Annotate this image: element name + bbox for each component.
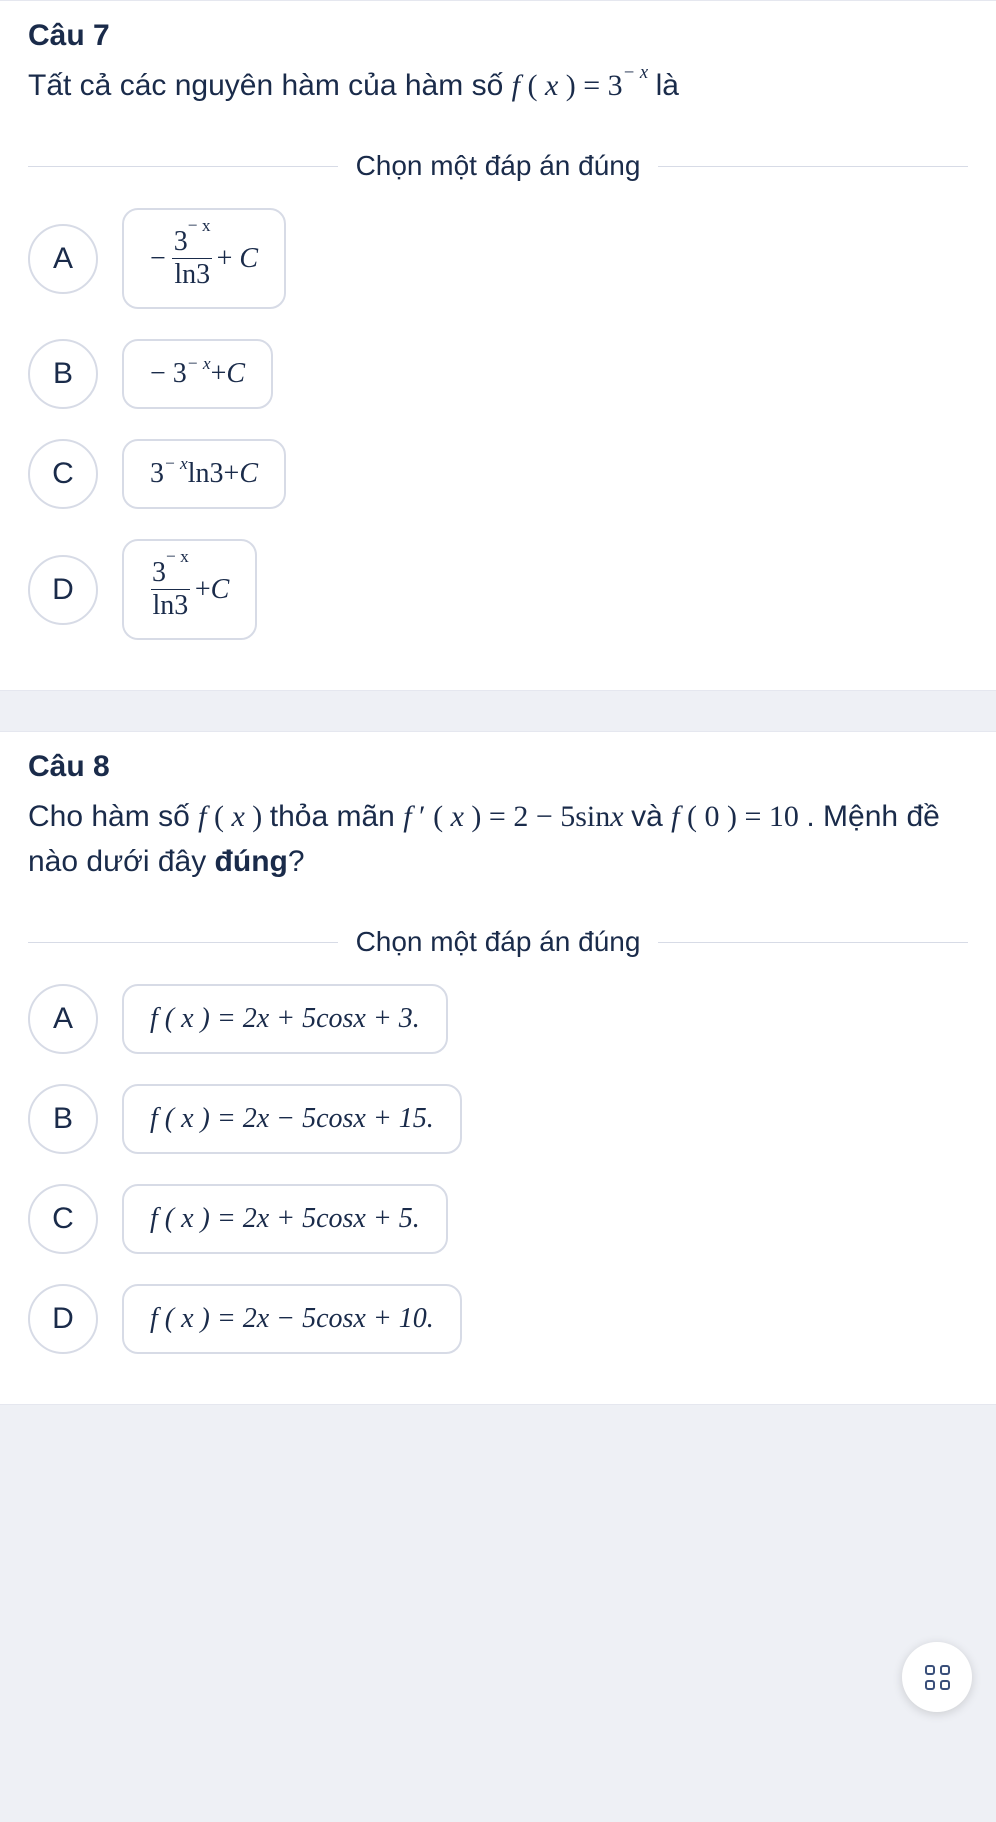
q7-option-c-box: 3− xln3 + C: [122, 439, 286, 509]
divider-line-right: [658, 942, 968, 943]
q8-text-qm: ?: [288, 845, 305, 878]
option-letter-c: C: [28, 1184, 98, 1254]
q8-fprime: f ′ ( x ) = 2 − 5sinx: [403, 800, 631, 833]
grid-icon: [925, 1665, 950, 1690]
q7-option-d-box: 3− x ln3 + C: [122, 539, 257, 640]
q7-option-c[interactable]: C 3− xln3 + C: [28, 439, 968, 509]
q8-option-b-box: f ( x ) = 2x − 5cosx + 15.: [122, 1084, 462, 1154]
option-letter-c: C: [28, 439, 98, 509]
divider-line-left: [28, 942, 338, 943]
card-gap: [0, 691, 996, 731]
q8-text-mid1: thỏa mãn: [270, 800, 403, 833]
q7-text-post: là: [656, 69, 679, 102]
option-letter-a: A: [28, 224, 98, 294]
option-letter-b: B: [28, 1084, 98, 1154]
q8-text-mid2: và: [631, 800, 671, 833]
option-letter-b: B: [28, 339, 98, 409]
q8-option-d[interactable]: D f ( x ) = 2x − 5cosx + 10.: [28, 1284, 968, 1354]
q8-text-pre: Cho hàm số: [28, 800, 198, 833]
option-letter-d: D: [28, 555, 98, 625]
option-letter-d: D: [28, 1284, 98, 1354]
q7-option-d[interactable]: D 3− x ln3 + C: [28, 539, 968, 640]
divider-line-right: [658, 166, 968, 167]
grid-menu-button[interactable]: [902, 1642, 972, 1712]
question-7-text: Tất cả các nguyên hàm của hàm số f ( x )…: [28, 63, 968, 108]
q7-option-b-box: − 3− x + C: [122, 339, 273, 409]
question-7-title: Câu 7: [28, 19, 968, 53]
question-8-text: Cho hàm số f ( x ) thỏa mãn f ′ ( x ) = …: [28, 794, 968, 884]
divider-line-left: [28, 166, 338, 167]
q8-fx: f ( x ): [198, 800, 270, 833]
question-8-title: Câu 8: [28, 750, 968, 784]
q7-option-b[interactable]: B − 3− x + C: [28, 339, 968, 409]
q8-f0: f ( 0 ) = 10: [671, 800, 806, 833]
q8-divider: Chọn một đáp án đúng: [0, 926, 996, 958]
q8-option-d-box: f ( x ) = 2x − 5cosx + 10.: [122, 1284, 462, 1354]
option-letter-a: A: [28, 984, 98, 1054]
q7-answers: A − 3− x ln3 + C B − 3− x + C C 3− xln3 …: [0, 208, 996, 690]
q7-divider-label: Chọn một đáp án đúng: [356, 150, 641, 182]
q8-option-a-box: f ( x ) = 2x + 5cosx + 3.: [122, 984, 448, 1054]
question-7-header: Câu 7 Tất cả các nguyên hàm của hàm số f…: [0, 1, 996, 132]
q7-fx: f ( x ) = 3 − x: [512, 69, 656, 102]
q8-divider-label: Chọn một đáp án đúng: [356, 926, 641, 958]
q8-text-bold: đúng: [215, 845, 288, 878]
question-7-card: Câu 7 Tất cả các nguyên hàm của hàm số f…: [0, 0, 996, 691]
q8-option-a[interactable]: A f ( x ) = 2x + 5cosx + 3.: [28, 984, 968, 1054]
q7-option-a[interactable]: A − 3− x ln3 + C: [28, 208, 968, 309]
q7-text-pre: Tất cả các nguyên hàm của hàm số: [28, 69, 512, 102]
q8-option-c[interactable]: C f ( x ) = 2x + 5cosx + 5.: [28, 1184, 968, 1254]
q8-option-c-box: f ( x ) = 2x + 5cosx + 5.: [122, 1184, 448, 1254]
question-8-card: Câu 8 Cho hàm số f ( x ) thỏa mãn f ′ ( …: [0, 731, 996, 1405]
q7-option-a-box: − 3− x ln3 + C: [122, 208, 286, 309]
q8-option-b[interactable]: B f ( x ) = 2x − 5cosx + 15.: [28, 1084, 968, 1154]
question-8-header: Câu 8 Cho hàm số f ( x ) thỏa mãn f ′ ( …: [0, 732, 996, 908]
q8-answers: A f ( x ) = 2x + 5cosx + 3. B f ( x ) = …: [0, 984, 996, 1404]
q7-divider: Chọn một đáp án đúng: [0, 150, 996, 182]
